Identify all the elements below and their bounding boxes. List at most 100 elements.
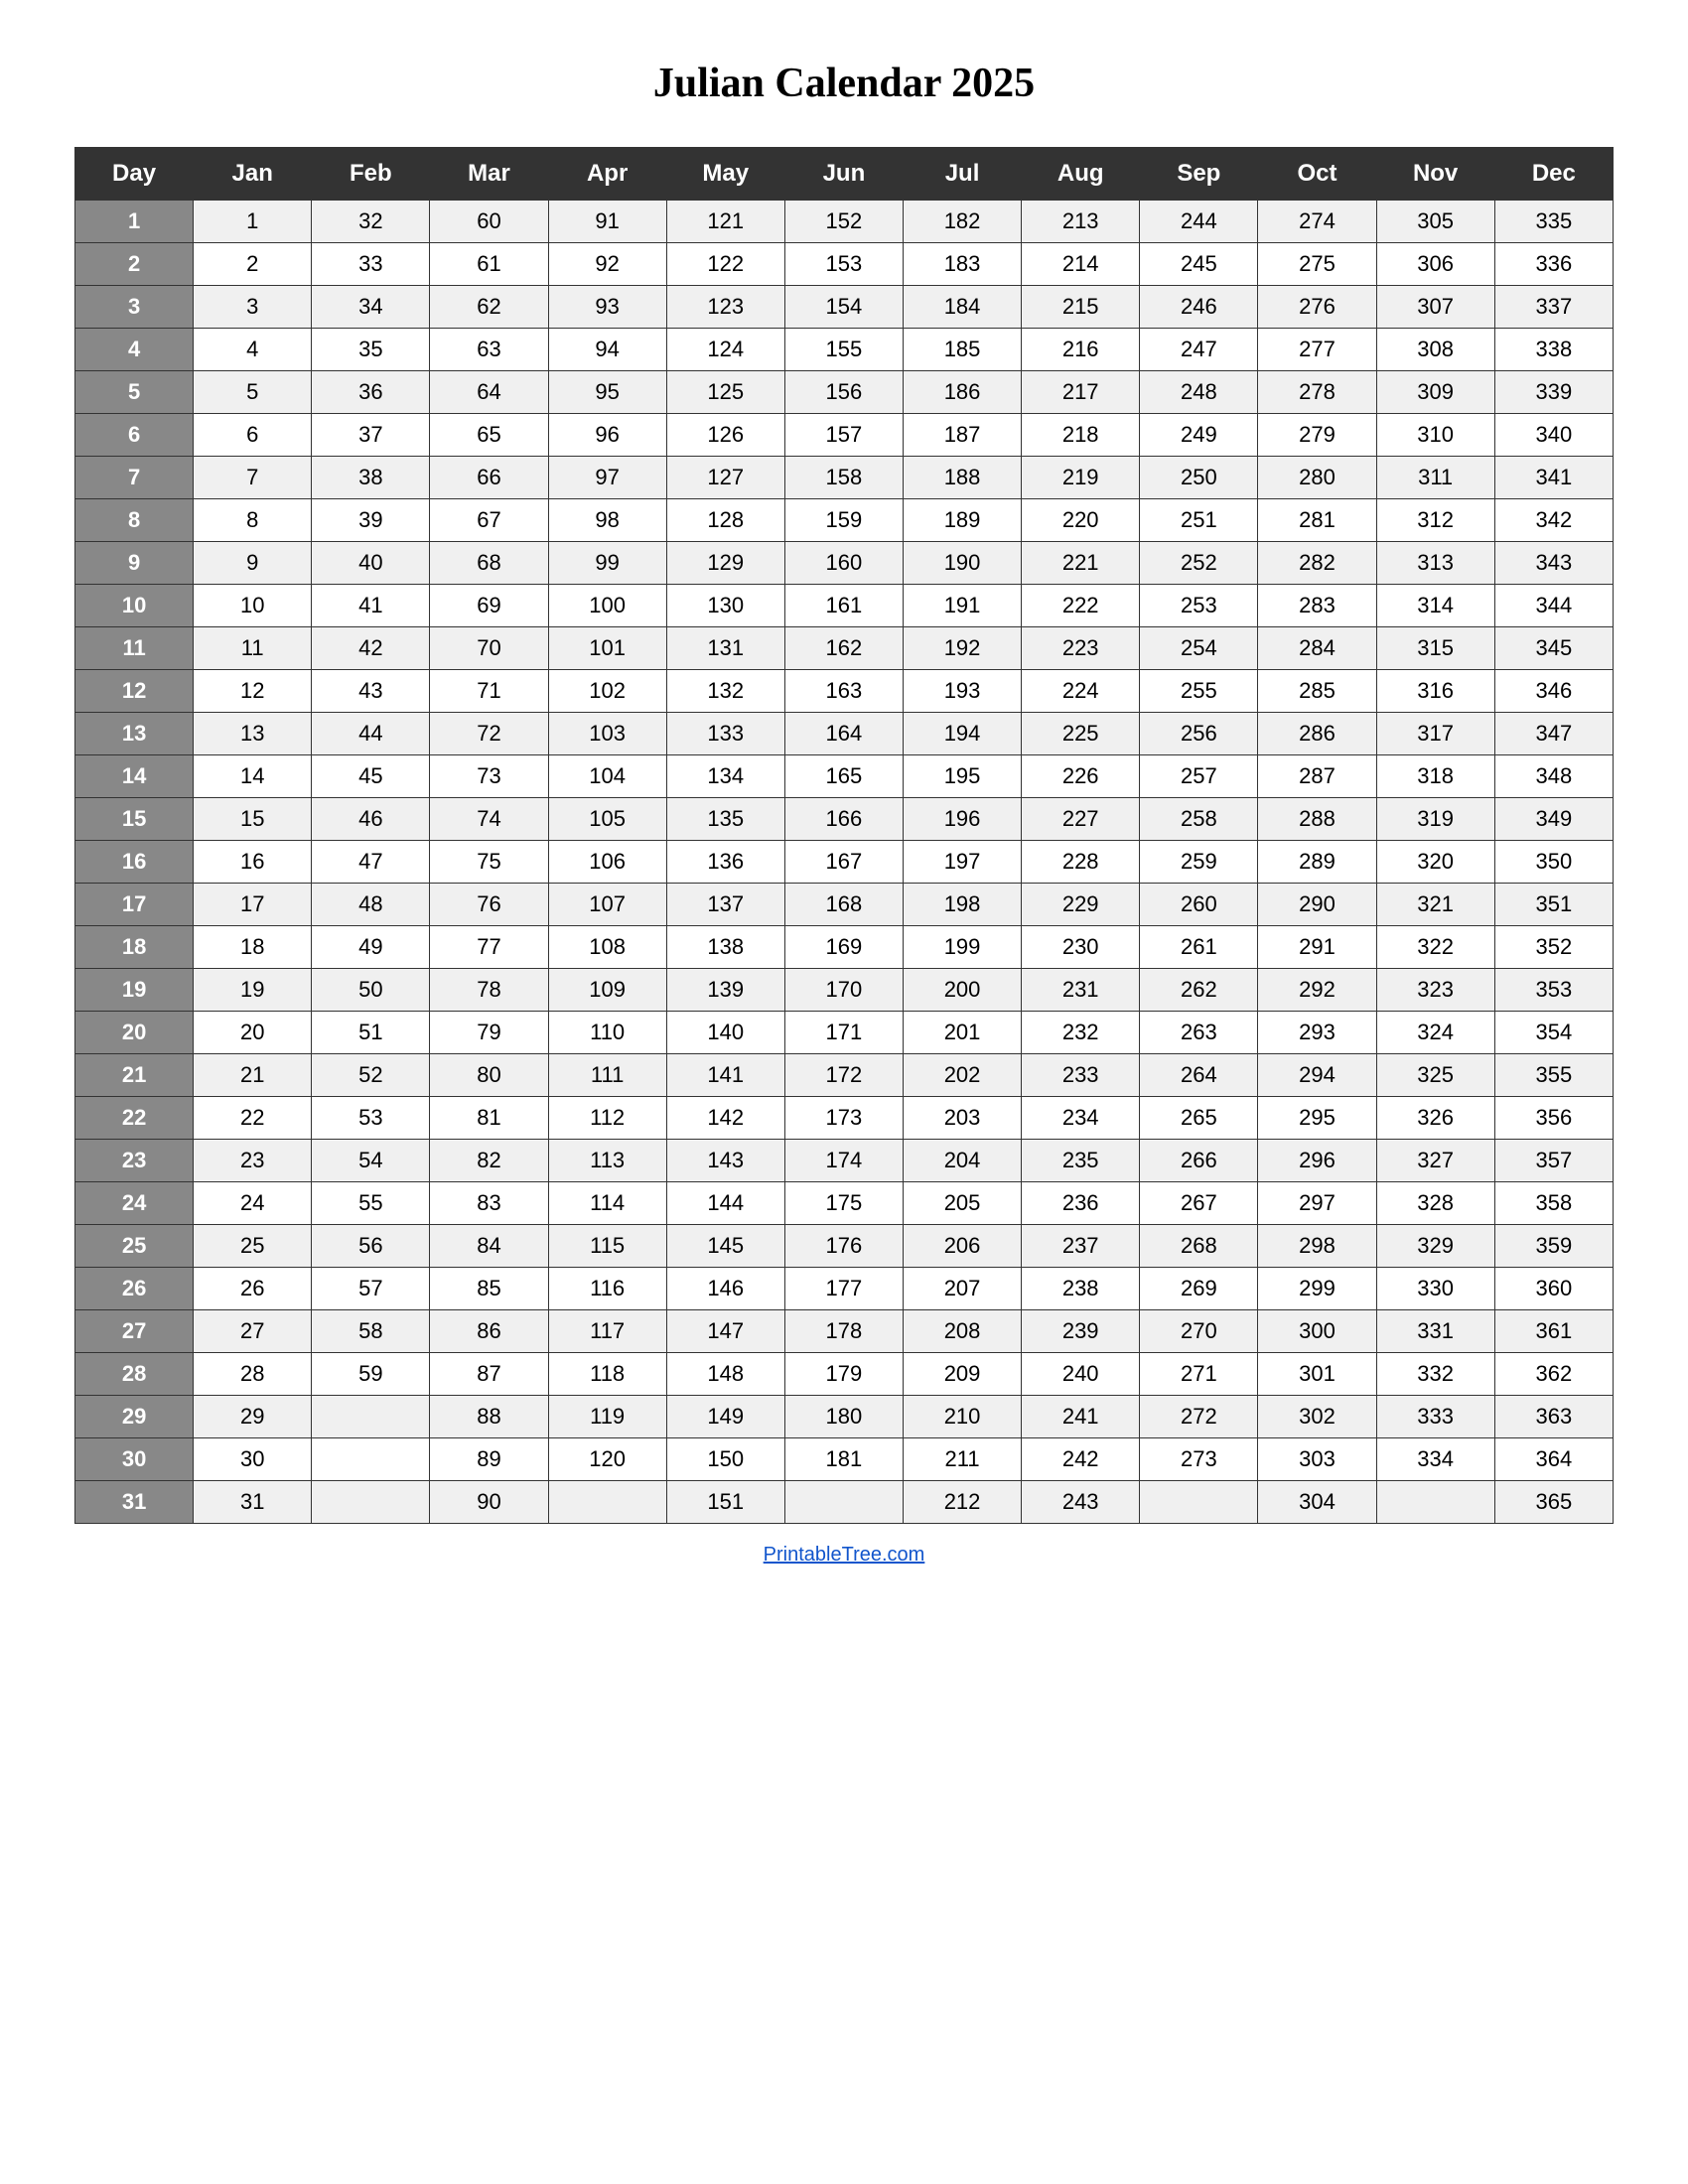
julian-day-value: 96 [548,414,666,457]
julian-day-value: 65 [430,414,548,457]
day-number: 4 [75,329,194,371]
day-number: 17 [75,884,194,926]
day-number: 19 [75,969,194,1012]
julian-day-value: 215 [1022,286,1140,329]
julian-day-value: 296 [1258,1140,1376,1182]
julian-day-value: 295 [1258,1097,1376,1140]
julian-day-value: 48 [312,884,430,926]
julian-day-value: 108 [548,926,666,969]
table-row: 24245583114144175205236267297328358 [75,1182,1614,1225]
day-number: 26 [75,1268,194,1310]
julian-day-value: 179 [784,1353,903,1396]
julian-day-value: 297 [1258,1182,1376,1225]
julian-day-value: 345 [1494,627,1613,670]
julian-day-value: 14 [194,755,312,798]
julian-day-value: 22 [194,1097,312,1140]
julian-day-value: 119 [548,1396,666,1438]
julian-day-value: 228 [1022,841,1140,884]
julian-day-value: 235 [1022,1140,1140,1182]
julian-day-value: 230 [1022,926,1140,969]
julian-day-value: 351 [1494,884,1613,926]
julian-day-value: 157 [784,414,903,457]
julian-day-value: 89 [430,1438,548,1481]
julian-day-value: 3 [194,286,312,329]
julian-day-value: 94 [548,329,666,371]
julian-day-value: 298 [1258,1225,1376,1268]
julian-day-value: 321 [1376,884,1494,926]
julian-day-value: 208 [903,1310,1021,1353]
footer-link[interactable]: PrintableTree.com [764,1544,925,1567]
julian-day-value: 330 [1376,1268,1494,1310]
julian-day-value: 86 [430,1310,548,1353]
julian-day-value: 128 [666,499,784,542]
julian-day-value: 339 [1494,371,1613,414]
julian-day-value: 113 [548,1140,666,1182]
table-row: 28285987118148179209240271301332362 [75,1353,1614,1396]
julian-day-value: 153 [784,243,903,286]
julian-day-value: 62 [430,286,548,329]
julian-day-value: 199 [903,926,1021,969]
table-row: 33346293123154184215246276307337 [75,286,1614,329]
julian-day-value: 347 [1494,713,1613,755]
julian-day-value: 191 [903,585,1021,627]
julian-day-value: 15 [194,798,312,841]
julian-day-value: 149 [666,1396,784,1438]
julian-day-value: 302 [1258,1396,1376,1438]
julian-day-value: 8 [194,499,312,542]
julian-day-value: 250 [1140,457,1258,499]
julian-day-value: 167 [784,841,903,884]
julian-day-value: 196 [903,798,1021,841]
julian-day-value: 327 [1376,1140,1494,1182]
julian-day-value: 189 [903,499,1021,542]
julian-day-value: 70 [430,627,548,670]
day-number: 20 [75,1012,194,1054]
julian-day-value: 38 [312,457,430,499]
day-number: 22 [75,1097,194,1140]
julian-day-value: 159 [784,499,903,542]
julian-day-value: 218 [1022,414,1140,457]
julian-day-value: 331 [1376,1310,1494,1353]
julian-day-value: 29 [194,1396,312,1438]
julian-day-value: 343 [1494,542,1613,585]
julian-day-value: 33 [312,243,430,286]
julian-day-value: 305 [1376,201,1494,243]
julian-day-value: 64 [430,371,548,414]
julian-day-value: 52 [312,1054,430,1097]
julian-day-value: 164 [784,713,903,755]
julian-day-value: 212 [903,1481,1021,1524]
julian-day-value: 173 [784,1097,903,1140]
julian-day-value: 348 [1494,755,1613,798]
julian-day-value: 130 [666,585,784,627]
julian-day-value: 74 [430,798,548,841]
julian-day-value: 323 [1376,969,1494,1012]
julian-day-value: 107 [548,884,666,926]
julian-day-value: 304 [1258,1481,1376,1524]
julian-day-value: 147 [666,1310,784,1353]
julian-day-value: 91 [548,201,666,243]
julian-day-value: 320 [1376,841,1494,884]
julian-day-value: 28 [194,1353,312,1396]
julian-day-value: 185 [903,329,1021,371]
table-row: 11326091121152182213244274305335 [75,201,1614,243]
julian-day-value: 131 [666,627,784,670]
julian-day-value: 126 [666,414,784,457]
julian-day-value: 246 [1140,286,1258,329]
table-row: 292988119149180210241272302333363 [75,1396,1614,1438]
julian-day-value: 200 [903,969,1021,1012]
julian-day-value: 57 [312,1268,430,1310]
julian-day-value: 151 [666,1481,784,1524]
julian-day-value: 287 [1258,755,1376,798]
julian-day-value: 182 [903,201,1021,243]
julian-day-value: 192 [903,627,1021,670]
julian-day-value: 133 [666,713,784,755]
julian-day-value: 103 [548,713,666,755]
julian-day-value: 35 [312,329,430,371]
julian-day-value: 80 [430,1054,548,1097]
julian-day-value: 260 [1140,884,1258,926]
day-number: 27 [75,1310,194,1353]
julian-day-value: 293 [1258,1012,1376,1054]
julian-day-value: 121 [666,201,784,243]
julian-day-value: 337 [1494,286,1613,329]
julian-day-value: 12 [194,670,312,713]
julian-day-value: 362 [1494,1353,1613,1396]
